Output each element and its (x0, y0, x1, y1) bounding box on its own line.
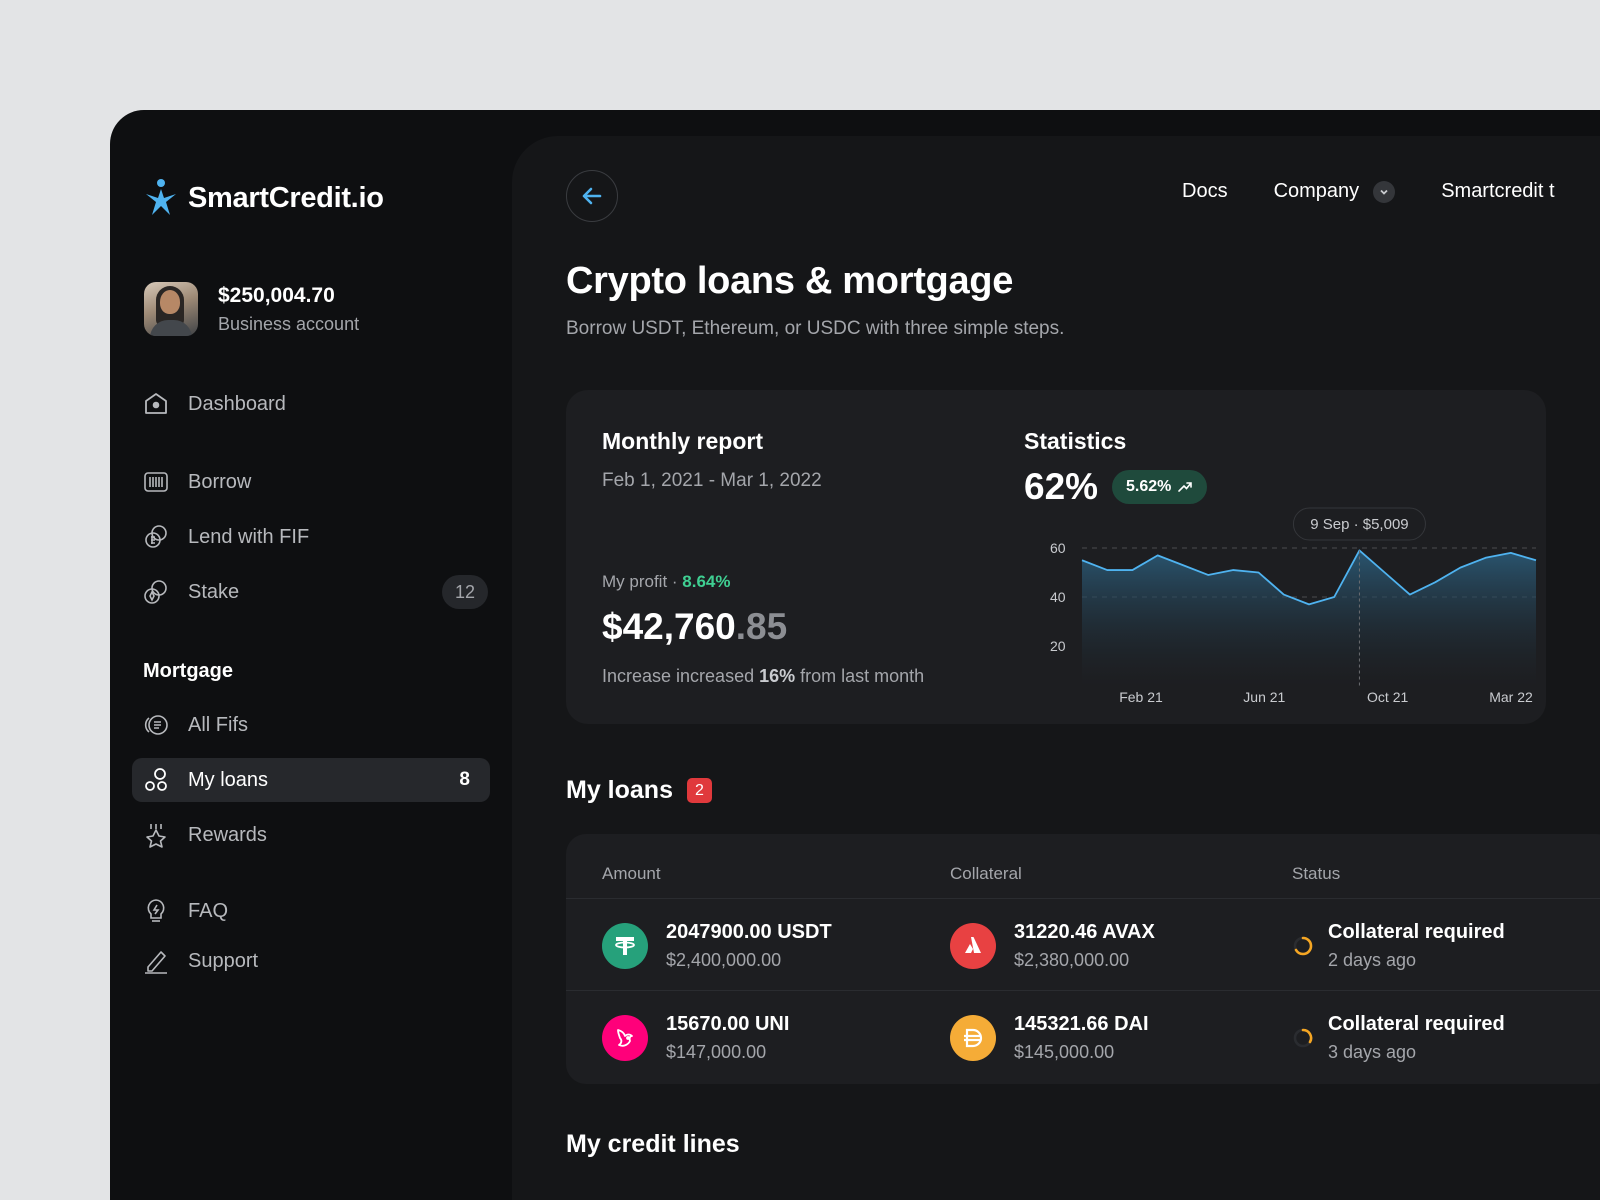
report-date-range: Feb 1, 2021 - Mar 1, 2022 (602, 470, 822, 492)
loans-table: Amount Collateral Status 2047900.00 USDT… (566, 834, 1600, 1084)
my-loans-badge: 2 (687, 778, 712, 803)
account-summary[interactable]: $250,004.70 Business account (144, 282, 359, 336)
credit-lines-heading: My credit lines (566, 1130, 740, 1159)
arrow-left-icon (579, 183, 605, 209)
pen-icon (142, 947, 170, 975)
section-title-mortgage: Mortgage (143, 660, 233, 683)
pending-spinner-icon (1292, 935, 1314, 957)
column-header-collateral: Collateral (950, 864, 1022, 884)
logo-icon (142, 178, 180, 218)
nav-link-smartcredit[interactable]: Smartcredit t (1441, 180, 1554, 203)
loans-icon (142, 766, 170, 794)
tether-icon (602, 923, 648, 969)
back-button[interactable] (566, 170, 618, 222)
sidebar: SmartCredit.io $250,004.70 Business acco… (110, 110, 520, 1200)
sidebar-item-support[interactable]: Support (132, 939, 490, 983)
sidebar-item-rewards[interactable]: Rewards (132, 813, 490, 857)
amount-cell: 2047900.00 USDT $2,400,000.00 (602, 921, 832, 971)
sidebar-item-label: My loans (188, 769, 268, 792)
nav-link-company[interactable]: Company (1274, 180, 1360, 203)
my-loans-heading: My loans 2 (566, 776, 712, 805)
monthly-report-card: Monthly report Feb 1, 2021 - Mar 1, 2022… (566, 390, 1546, 724)
account-type: Business account (218, 314, 359, 335)
status-cell: Collateral required 2 days ago (1292, 921, 1505, 971)
stake-count-badge: 12 (442, 575, 488, 609)
statistics-value: 62% (1024, 466, 1098, 508)
chevron-down-icon[interactable] (1373, 181, 1395, 203)
brand-logo[interactable]: SmartCredit.io (142, 178, 384, 218)
table-row[interactable]: 2047900.00 USDT $2,400,000.00 31220.46 A… (566, 898, 1600, 990)
sidebar-item-label: Stake (188, 581, 239, 604)
sidebar-item-borrow[interactable]: Borrow (132, 460, 490, 504)
y-tick-label: 20 (1050, 638, 1066, 654)
x-tick-label: Feb 21 (1119, 689, 1163, 705)
x-tick-label: Jun 21 (1243, 689, 1285, 705)
sidebar-item-label: Rewards (188, 824, 267, 847)
sidebar-item-label: FAQ (188, 900, 228, 923)
home-icon (142, 390, 170, 418)
page-subtitle: Borrow USDT, Ethereum, or USDC with thre… (566, 318, 1064, 340)
profit-amount: $42,760.85 (602, 606, 787, 648)
sidebar-item-label: Lend with FIF (188, 526, 309, 549)
statistics-chart[interactable]: 60 40 20 9 Sep · $5,009 Feb 21 Jun 21 Oct 21 Ma… (1006, 506, 1546, 706)
profit-label: My profit · 8.64% (602, 572, 731, 592)
sidebar-item-stake[interactable]: Stake 12 (132, 570, 490, 614)
sidebar-item-label: Dashboard (188, 393, 286, 416)
coins-icon (142, 523, 170, 551)
y-tick-label: 40 (1050, 589, 1066, 605)
app-window: SmartCredit.io $250,004.70 Business acco… (110, 110, 1600, 1200)
nav-link-docs[interactable]: Docs (1182, 180, 1228, 203)
table-row[interactable]: 15670.00 UNI $147,000.00 145321.66 DAI $… (566, 990, 1600, 1082)
amount-cell: 15670.00 UNI $147,000.00 (602, 1013, 789, 1063)
chart-area (1082, 550, 1536, 686)
sidebar-item-dashboard[interactable]: Dashboard (132, 382, 490, 426)
sidebar-item-label: Borrow (188, 471, 251, 494)
avalanche-icon (950, 923, 996, 969)
pending-spinner-icon (1292, 1027, 1314, 1049)
sidebar-item-faq[interactable]: FAQ (132, 889, 490, 933)
my-loans-count: 8 (459, 769, 470, 791)
stake-icon (142, 578, 170, 606)
status-cell: Collateral required 3 days ago (1292, 1013, 1505, 1063)
sidebar-item-all-fifs[interactable]: All Fifs (132, 703, 490, 747)
trend-up-icon (1177, 479, 1193, 495)
barcode-icon (142, 468, 170, 496)
sidebar-item-label: All Fifs (188, 714, 248, 737)
top-navigation: Docs Company Smartcredit t (1182, 180, 1600, 203)
bulb-icon (142, 897, 170, 925)
profit-note: Increase increased 16% from last month (602, 666, 924, 687)
x-tick-label: Mar 22 (1489, 689, 1533, 705)
sidebar-item-my-loans[interactable]: My loans 8 (132, 758, 490, 802)
uniswap-icon (602, 1015, 648, 1061)
y-tick-label: 60 (1050, 540, 1066, 556)
rewards-icon (142, 821, 170, 849)
x-tick-label: Oct 21 (1367, 689, 1408, 705)
collateral-cell: 145321.66 DAI $145,000.00 (950, 1013, 1149, 1063)
statistics-change-badge: 5.62% (1112, 470, 1207, 504)
column-header-amount: Amount (602, 864, 661, 884)
avatar (144, 282, 198, 336)
collateral-cell: 31220.46 AVAX $2,380,000.00 (950, 921, 1155, 971)
column-header-status: Status (1292, 864, 1340, 884)
brand-name: SmartCredit.io (188, 182, 384, 215)
list-coins-icon (142, 711, 170, 739)
dai-icon (950, 1015, 996, 1061)
account-balance: $250,004.70 (218, 284, 359, 308)
page-title: Crypto loans & mortgage (566, 260, 1013, 303)
statistics-title: Statistics (1024, 428, 1126, 455)
highlight-label: 9 Sep · $5,009 (1310, 516, 1408, 533)
profit-percent: 8.64% (682, 572, 730, 591)
sidebar-item-lend[interactable]: Lend with FIF (132, 515, 490, 559)
main-panel: Docs Company Smartcredit t Crypto loans … (512, 136, 1600, 1200)
sidebar-item-label: Support (188, 950, 258, 973)
report-title: Monthly report (602, 428, 763, 455)
